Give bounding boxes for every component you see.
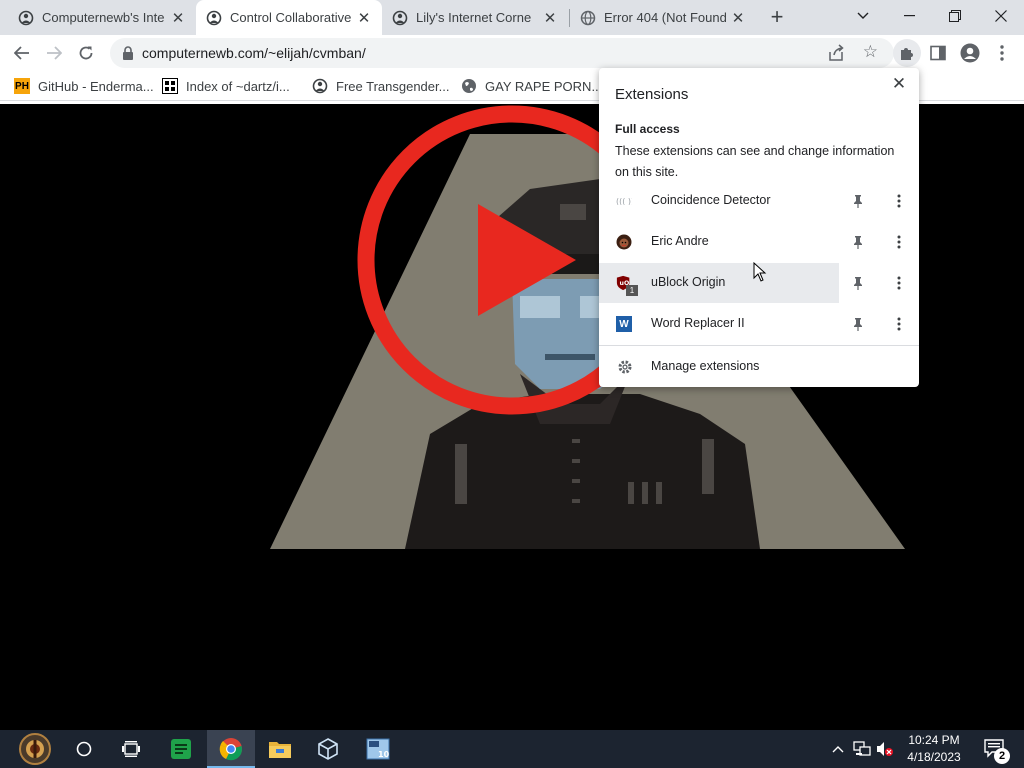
- chrome-menu-kebab-icon[interactable]: [988, 39, 1016, 67]
- bookmark-globe[interactable]: GAY RAPE PORN...: [461, 77, 602, 95]
- bookmark-star-icon[interactable]: ☆: [863, 42, 878, 62]
- computernewb-favicon-icon: [206, 10, 222, 26]
- more-options-kebab-icon[interactable]: [889, 191, 909, 211]
- section-heading: Full access: [615, 122, 680, 136]
- lock-icon[interactable]: [120, 45, 136, 61]
- tab-computernewb[interactable]: Computernewb's Inte ✕: [0, 0, 196, 35]
- globe-icon: [580, 10, 596, 26]
- tab-close-icon[interactable]: ✕: [168, 8, 188, 28]
- manage-extensions-button[interactable]: Manage extensions: [599, 352, 919, 382]
- notification-count-badge: 2: [994, 748, 1010, 764]
- extension-name: Eric Andre: [651, 234, 709, 248]
- extension-item-word-replacer-ii[interactable]: W Word Replacer II: [599, 304, 919, 344]
- volume-muted-icon[interactable]: [874, 730, 896, 768]
- reload-icon[interactable]: [72, 39, 100, 67]
- tab-close-icon[interactable]: ✕: [728, 8, 748, 28]
- tab-title: Lily's Internet Corne: [416, 10, 532, 25]
- extension-item-eric-andre[interactable]: Eric Andre: [599, 222, 919, 262]
- new-tab-plus-icon[interactable]: +: [766, 4, 788, 29]
- face-icon: [616, 234, 632, 250]
- tab-title: Computernewb's Inte: [42, 10, 165, 25]
- close-window-icon[interactable]: [978, 0, 1024, 32]
- forward-arrow-icon[interactable]: [40, 39, 68, 67]
- file-explorer-icon[interactable]: [256, 730, 304, 768]
- ublock-badge: 1: [626, 285, 638, 296]
- tab-search-chevron-icon[interactable]: [840, 0, 886, 32]
- close-icon[interactable]: ✕: [889, 74, 909, 94]
- bookmark-label: GitHub - Enderma...: [38, 78, 154, 94]
- chrome-taskbar-icon[interactable]: [207, 730, 255, 768]
- bookmark-label: Index of ~dartz/i...: [186, 78, 290, 94]
- tab-close-icon[interactable]: ✕: [540, 8, 560, 28]
- search-circle-icon[interactable]: [60, 730, 108, 768]
- bookmark-label: GAY RAPE PORN...: [485, 78, 603, 94]
- extension-name: Word Replacer II: [651, 316, 745, 330]
- taskbar-clock[interactable]: 10:24 PM 4/18/2023: [898, 732, 970, 766]
- computernewb-favicon-icon: [18, 10, 34, 26]
- action-center-notifications-icon[interactable]: 2: [978, 730, 1012, 768]
- section-description: These extensions can see and change info…: [615, 144, 895, 179]
- pin-icon[interactable]: [848, 191, 868, 211]
- minimize-icon[interactable]: [886, 0, 932, 32]
- side-panel-icon[interactable]: [924, 39, 952, 67]
- extension-item-coincidence-detector[interactable]: ((( ))) Coincidence Detector: [599, 181, 919, 221]
- bookmark-free-transgender[interactable]: Free Transgender...: [312, 77, 449, 95]
- tab-control-collaborative[interactable]: Control Collaborative ✕: [196, 0, 382, 35]
- clock-date: 4/18/2023: [907, 750, 961, 764]
- pin-icon[interactable]: [848, 273, 868, 293]
- extensions-popup: Extensions ✕ Full access These extension…: [599, 68, 919, 387]
- tab-title: Error 404 (Not Found: [604, 10, 727, 25]
- tab-error-404[interactable]: Error 404 (Not Found ✕: [570, 0, 756, 35]
- back-arrow-icon[interactable]: [8, 39, 36, 67]
- bookmark-index-of-dartz[interactable]: Index of ~dartz/i...: [162, 77, 290, 95]
- tab-title: Control Collaborative: [230, 10, 352, 25]
- show-hidden-icons-chevron-icon[interactable]: [828, 730, 848, 768]
- word-replacer-icon: W: [616, 316, 632, 332]
- tab-strip: Computernewb's Inte ✕ Control Collaborat…: [0, 0, 1024, 35]
- popup-divider: [599, 345, 919, 346]
- gear-icon: [617, 359, 633, 375]
- ph-icon: PH: [14, 78, 30, 94]
- pin-icon[interactable]: [848, 314, 868, 334]
- more-options-kebab-icon[interactable]: [889, 273, 909, 293]
- svg-text:10: 10: [378, 750, 390, 759]
- calculator-app-icon[interactable]: 10: [354, 730, 402, 768]
- mouse-cursor-icon: [753, 261, 767, 287]
- extension-name: Coincidence Detector: [651, 193, 771, 207]
- profile-avatar-icon[interactable]: [956, 39, 984, 67]
- windows-taskbar: 10 10:24 PM 4/18/2023 2: [0, 730, 1024, 768]
- network-icon[interactable]: [850, 730, 874, 768]
- parentheses-icon: ((( ))): [616, 193, 632, 209]
- url-text: computernewb.com/~elijah/cvmban/: [142, 45, 366, 61]
- more-options-kebab-icon[interactable]: [889, 314, 909, 334]
- toolbar: computernewb.com/~elijah/cvmban/ ☆: [0, 35, 1024, 71]
- extensions-puzzle-icon[interactable]: [893, 39, 921, 67]
- folder-index-icon: [162, 78, 178, 94]
- globe-icon: [461, 78, 477, 94]
- virtualbox-cube-icon[interactable]: [304, 730, 352, 768]
- tab-lilys-internet-corner[interactable]: Lily's Internet Corne ✕: [382, 0, 568, 35]
- share-icon[interactable]: [828, 44, 846, 62]
- manage-extensions-label: Manage extensions: [651, 359, 760, 373]
- extension-name: uBlock Origin: [651, 275, 726, 289]
- green-notes-app-icon[interactable]: [157, 730, 205, 768]
- task-view-icon[interactable]: [107, 730, 155, 768]
- start-button-icon[interactable]: [10, 730, 60, 768]
- pin-icon[interactable]: [848, 232, 868, 252]
- address-bar[interactable]: computernewb.com/~elijah/cvmban/ ☆: [110, 38, 894, 68]
- more-options-kebab-icon[interactable]: [889, 232, 909, 252]
- restore-icon[interactable]: [932, 0, 978, 32]
- bookmark-github[interactable]: PH GitHub - Enderma...: [14, 77, 154, 95]
- bookmark-label: Free Transgender...: [336, 78, 450, 94]
- svg-text:((( ))): ((( ))): [616, 197, 632, 205]
- popup-title: Extensions: [615, 86, 689, 103]
- site-icon: [312, 78, 328, 94]
- clock-time: 10:24 PM: [908, 733, 960, 747]
- tab-close-icon[interactable]: ✕: [354, 8, 374, 28]
- computernewb-favicon-icon: [392, 10, 408, 26]
